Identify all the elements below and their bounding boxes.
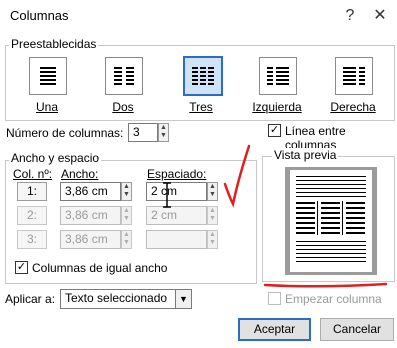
close-button[interactable]: ✕ xyxy=(366,4,394,28)
col-2-spacing-input[interactable]: 2 cm xyxy=(146,206,207,225)
dialog-title: Columnas xyxy=(10,8,69,23)
width-spacing-label: Ancho y espacio xyxy=(9,151,102,165)
num-columns-input[interactable]: 3 xyxy=(128,123,158,142)
left-column-icon xyxy=(267,67,289,85)
spacing-header: Espaciado: xyxy=(147,167,207,181)
col-1-width-stepper[interactable]: ▲ ▼ xyxy=(121,182,132,201)
right-column-icon xyxy=(343,67,365,85)
apply-to-select[interactable]: Texto seleccionado xyxy=(60,289,176,309)
preset-two-columns[interactable] xyxy=(105,57,143,95)
preset-three-columns[interactable] xyxy=(183,56,223,96)
col-2-button[interactable]: 2: xyxy=(17,206,47,225)
cancel-button[interactable]: Cancelar xyxy=(320,318,394,341)
col-3-spacing-stepper[interactable]: ▲ ▼ xyxy=(207,230,218,249)
col-number-header: Col. nº: xyxy=(13,167,53,181)
col-1-width-input[interactable]: 3,86 cm xyxy=(60,182,121,201)
new-column-checkbox[interactable] xyxy=(268,292,281,305)
col-1-spacing-stepper[interactable]: ▲ ▼ xyxy=(207,182,218,201)
col-1-spacing-input[interactable]: 2 cm xyxy=(146,182,207,201)
col-3-width-input[interactable]: 3,86 cm xyxy=(60,230,121,249)
equal-width-label: Columnas de igual ancho xyxy=(32,261,168,275)
i-beam-cursor-icon xyxy=(161,181,173,212)
line-between-checkbox[interactable]: ✓ xyxy=(268,124,281,137)
annotation-checkmark-icon xyxy=(222,140,252,213)
equal-width-checkbox[interactable]: ✓ xyxy=(15,261,28,274)
preset-one-column[interactable] xyxy=(29,57,67,95)
preview-page xyxy=(290,170,372,272)
col-2-width-stepper[interactable]: ▲ ▼ xyxy=(121,206,132,225)
new-column-label: Empezar columna xyxy=(285,292,382,306)
one-column-icon xyxy=(40,67,56,85)
col-2-width-input[interactable]: 3,86 cm xyxy=(60,206,121,225)
help-button[interactable]: ? xyxy=(336,4,364,28)
three-columns-icon xyxy=(192,67,214,85)
col-3-spacing-input[interactable] xyxy=(146,230,207,249)
col-3-button[interactable]: 3: xyxy=(17,230,47,249)
col-3-width-stepper[interactable]: ▲ ▼ xyxy=(121,230,132,249)
num-columns-stepper[interactable]: ▲ ▼ xyxy=(158,123,169,142)
two-columns-icon xyxy=(114,67,134,85)
presets-label: Preestablecidas xyxy=(9,37,99,51)
preset-right-label: Derecha xyxy=(330,100,376,114)
preset-left-label: Izquierda xyxy=(252,100,302,114)
preview-page-icon xyxy=(296,176,366,262)
col-1-button[interactable]: 1: xyxy=(17,182,47,201)
ok-button[interactable]: Aceptar xyxy=(238,318,311,341)
preset-right[interactable] xyxy=(335,57,373,95)
preset-one-label: Una xyxy=(35,100,58,114)
num-columns-label: Número de columnas: xyxy=(6,126,124,140)
preset-two-label: Dos xyxy=(112,100,134,114)
preview-label: Vista previa xyxy=(272,148,339,162)
width-header: Ancho: xyxy=(61,167,99,181)
chevron-down-icon[interactable]: ▼ xyxy=(175,289,192,309)
col-2-spacing-stepper[interactable]: ▲ ▼ xyxy=(207,206,218,225)
apply-to-label: Aplicar a: xyxy=(5,292,56,306)
preset-left[interactable] xyxy=(259,57,297,95)
preview-frame xyxy=(285,167,377,275)
preset-three-label: Tres xyxy=(189,100,213,114)
